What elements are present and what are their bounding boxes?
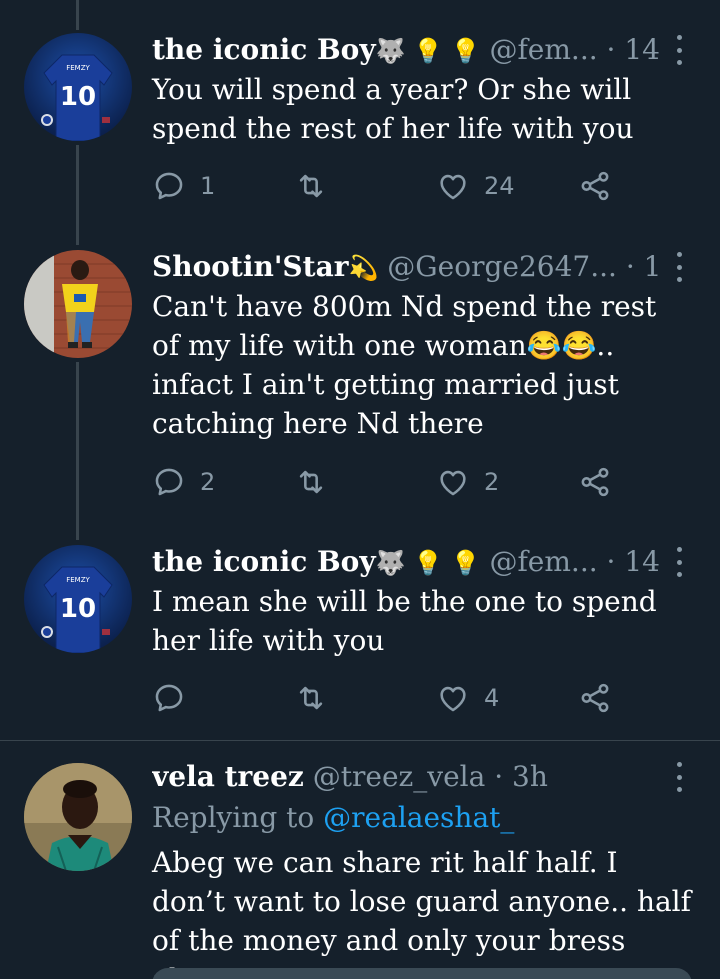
jersey-number: 10 bbox=[60, 594, 96, 624]
name-emoji: 🐺 💡 💡 bbox=[375, 37, 481, 65]
tweet-header: the iconic Boy🐺 💡 💡 @fem... · 14h bbox=[152, 542, 660, 582]
mention-link[interactable]: @realaeshat_ bbox=[323, 801, 514, 834]
name-emoji: 🐺 💡 💡 bbox=[375, 549, 481, 577]
tweet-header: vela treez @treez_vela · 3h bbox=[152, 757, 660, 797]
tweet-text: I mean she will be the one to spend her … bbox=[152, 585, 657, 657]
retweet-icon bbox=[299, 470, 323, 494]
reply-button[interactable]: 1 bbox=[152, 166, 215, 206]
user-handle[interactable]: @fem... bbox=[489, 33, 597, 66]
more-icon[interactable] bbox=[668, 252, 690, 282]
avatar[interactable] bbox=[24, 250, 132, 358]
reply-icon bbox=[155, 172, 183, 200]
tweet-text: Can't have 800m Nd spend the rest of my … bbox=[152, 290, 657, 440]
share-icon bbox=[581, 683, 609, 713]
share-icon bbox=[581, 467, 609, 497]
dot-separator: · bbox=[606, 33, 616, 66]
tweet[interactable]: FEMZY 10 the iconic Boy🐺 💡 💡 @fem... · 1… bbox=[0, 535, 720, 740]
tweet[interactable]: FEMZY 10 the iconic Boy🐺 💡 💡 @fem... · 1… bbox=[0, 0, 720, 240]
more-icon[interactable] bbox=[668, 35, 690, 65]
like-button[interactable]: 2 bbox=[436, 462, 499, 502]
user-handle[interactable]: @treez_vela bbox=[313, 760, 486, 793]
tweet-text: You will spend a year? Or she will spend… bbox=[152, 73, 634, 145]
jersey-number: 10 bbox=[60, 82, 96, 112]
like-count: 2 bbox=[484, 468, 500, 496]
reply-count: 1 bbox=[200, 172, 216, 200]
media-preview[interactable] bbox=[152, 968, 692, 979]
more-icon[interactable] bbox=[668, 547, 690, 577]
timestamp[interactable]: 14h bbox=[624, 33, 660, 66]
name-emoji: 💫 bbox=[348, 254, 379, 282]
share-icon bbox=[581, 171, 609, 201]
like-icon bbox=[440, 686, 466, 712]
dot-separator: · bbox=[494, 760, 504, 793]
display-name[interactable]: the iconic Boy bbox=[152, 545, 376, 578]
timeline-feed: FEMZY 10 the iconic Boy🐺 💡 💡 @fem... · 1… bbox=[0, 0, 720, 979]
avatar[interactable]: FEMZY 10 bbox=[24, 545, 132, 653]
retweet-icon bbox=[299, 174, 323, 198]
reply-button[interactable]: 2 bbox=[152, 462, 215, 502]
more-icon[interactable] bbox=[668, 762, 690, 792]
retweet-button[interactable] bbox=[294, 678, 342, 718]
like-count: 24 bbox=[484, 172, 515, 200]
share-button[interactable] bbox=[578, 462, 612, 502]
jersey-name: FEMZY bbox=[66, 576, 90, 584]
display-name[interactable]: vela treez bbox=[152, 760, 304, 793]
tweet[interactable]: vela treez @treez_vela · 3h Replying to … bbox=[0, 741, 720, 979]
reply-icon bbox=[155, 468, 183, 496]
tweet-header: the iconic Boy🐺 💡 💡 @fem... · 14h bbox=[152, 30, 660, 70]
reply-icon bbox=[155, 684, 183, 712]
like-count: 4 bbox=[484, 684, 500, 712]
like-button[interactable]: 24 bbox=[436, 166, 515, 206]
timestamp[interactable]: 14h bbox=[644, 250, 660, 283]
retweet-button[interactable] bbox=[294, 462, 342, 502]
tweet-actions: 4 bbox=[152, 678, 632, 718]
retweet-icon bbox=[299, 686, 323, 710]
avatar[interactable]: FEMZY 10 bbox=[24, 33, 132, 141]
tweet-actions: 2 2 bbox=[152, 462, 632, 502]
user-handle[interactable]: @fem... bbox=[489, 545, 597, 578]
timestamp[interactable]: 14h bbox=[624, 545, 660, 578]
avatar[interactable] bbox=[24, 763, 132, 871]
user-handle[interactable]: @George2647... bbox=[387, 250, 617, 283]
replying-to-line: Replying to @realaeshat_ bbox=[152, 798, 692, 837]
like-button[interactable]: 4 bbox=[436, 678, 499, 718]
share-button[interactable] bbox=[578, 166, 612, 206]
like-icon bbox=[440, 174, 466, 200]
reply-button[interactable] bbox=[152, 678, 200, 718]
tweet-actions: 1 24 bbox=[152, 166, 632, 206]
display-name[interactable]: the iconic Boy bbox=[152, 33, 376, 66]
tweet[interactable]: Shootin'Star💫 @George2647... · 14h Can't… bbox=[0, 240, 720, 535]
like-icon bbox=[440, 470, 466, 496]
timestamp[interactable]: 3h bbox=[512, 760, 548, 793]
tweet-text: Abeg we can share rit half half. I don’t… bbox=[152, 846, 691, 979]
retweet-button[interactable] bbox=[294, 166, 342, 206]
share-button[interactable] bbox=[578, 678, 612, 718]
jersey-name: FEMZY bbox=[66, 64, 90, 72]
dot-separator: · bbox=[606, 545, 616, 578]
display-name[interactable]: Shootin'Star bbox=[152, 250, 348, 283]
reply-count: 2 bbox=[200, 468, 216, 496]
replying-to-label: Replying to bbox=[152, 801, 324, 834]
dot-separator: · bbox=[625, 250, 635, 283]
tweet-header: Shootin'Star💫 @George2647... · 14h bbox=[152, 247, 660, 287]
